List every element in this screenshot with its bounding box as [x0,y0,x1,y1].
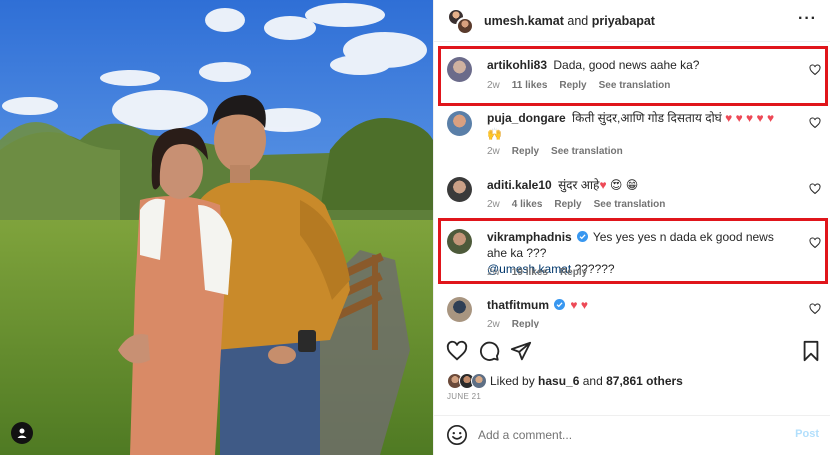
author-avatars[interactable] [447,8,475,36]
comment-text-block: aditi.kale10 सुंदर आहे♥ 😍 😁 [487,177,797,193]
comments-list[interactable]: artikohli83 Dada, good news aahe ka? 2w … [434,43,830,328]
avatar[interactable] [456,17,474,35]
author-secondary-link[interactable]: priyabapat [592,14,655,28]
post-side-panel: umesh.kamat and priyabapat ··· artikohli… [433,0,830,455]
post-photo[interactable] [0,0,433,455]
post-comment-button[interactable]: Post [795,428,819,440]
comment-meta: 2w Reply See translation [487,146,623,157]
emoji-icon[interactable] [446,424,468,446]
user-tag-icon [17,428,27,438]
comment-input[interactable] [478,425,778,445]
post-date[interactable]: JUNE 21 [447,392,481,401]
verified-badge-icon [554,299,565,310]
post-photo-image [0,0,433,455]
likes-count-link[interactable]: 87,861 others [606,374,683,388]
author-primary-link[interactable]: umesh.kamat [484,14,564,28]
avatar[interactable] [447,177,472,202]
add-comment-bar: Post [434,415,830,455]
likes-text: Liked by hasu_6 and 87,861 others [490,374,683,388]
comment-highlight-box [438,218,828,284]
see-translation-link[interactable]: See translation [594,199,666,210]
comment-time: 2w [487,199,500,210]
reply-button[interactable]: Reply [554,199,581,210]
likers-avatars[interactable] [447,373,489,389]
likes-and-label: and [582,374,603,388]
comment-text: ♥ ♥ [570,298,588,312]
comment-text: सुंदर आहे♥ 😍 😁 [558,178,639,192]
liker-username-link[interactable]: hasu_6 [538,374,579,388]
comment-icon[interactable] [478,340,500,362]
comment-text-line2: 🙌 [487,127,502,141]
avatar[interactable] [471,373,487,389]
post-header: umesh.kamat and priyabapat ··· [434,0,830,42]
comment-meta: 2w Reply [487,319,539,328]
comment-time: 2w [487,319,500,328]
user-tag-button[interactable] [11,422,33,444]
comment-highlight-box [438,46,828,106]
more-horizontal-icon[interactable]: ··· [798,10,817,28]
comment-time: 2w [487,146,500,157]
comment-text-block: thatfitmum ♥ ♥ [487,297,797,313]
see-translation-link[interactable]: See translation [551,146,623,157]
liked-by-label: Liked by [490,374,535,388]
avatar[interactable] [447,111,472,136]
reply-button[interactable]: Reply [512,319,539,328]
comment-likes[interactable]: 4 likes [512,199,543,210]
bookmark-icon[interactable] [800,340,822,362]
heart-icon[interactable] [809,303,821,315]
comment-text: किती सुंदर,आणि गोड दिसताय दोघं ♥ ♥ ♥ ♥ ♥ [572,111,775,125]
post-authors: umesh.kamat and priyabapat [484,14,655,28]
avatar[interactable] [447,297,472,322]
share-icon[interactable] [510,340,532,362]
comment-item: puja_dongare किती सुंदर,आणि गोड दिसताय द… [434,105,830,165]
comment-username[interactable]: thatfitmum [487,298,549,312]
heart-icon[interactable] [809,117,821,129]
comment-meta: 2w 4 likes Reply See translation [487,199,665,210]
comment-username[interactable]: aditi.kale10 [487,178,552,192]
comment-item: aditi.kale10 सुंदर आहे♥ 😍 😁 2w 4 likes R… [434,167,830,217]
heart-icon[interactable] [809,183,821,195]
author-and-label: and [567,14,589,28]
reply-button[interactable]: Reply [512,146,539,157]
comment-item: thatfitmum ♥ ♥ 2w Reply [434,291,830,328]
heart-icon[interactable] [446,340,468,362]
comment-text-block: puja_dongare किती सुंदर,आणि गोड दिसताय द… [487,110,797,142]
comment-username[interactable]: puja_dongare [487,111,566,125]
post-actions [434,336,830,366]
